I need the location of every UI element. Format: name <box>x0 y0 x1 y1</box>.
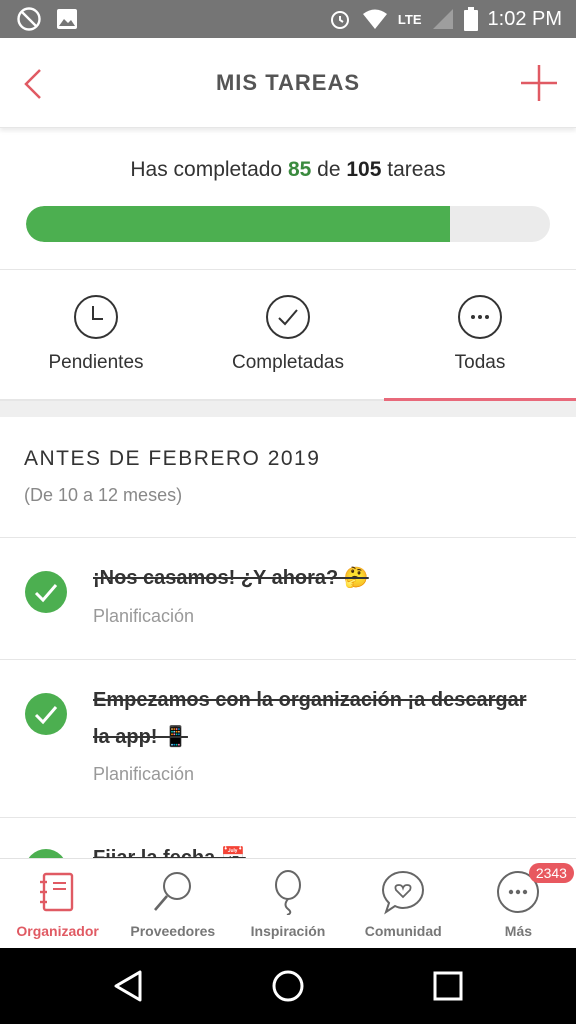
progress-summary: Has completado 85 de 105 tareas <box>0 128 576 270</box>
balloon-icon <box>275 870 301 915</box>
progress-middle: de <box>317 158 341 181</box>
clock-icon <box>74 295 118 339</box>
section-divider <box>0 401 576 417</box>
task-item[interactable]: ¡Nos casamos! ¿Y ahora? 🤔 Planificación <box>0 538 576 660</box>
planner-icon <box>39 872 73 912</box>
bottom-navigation: Organizador Proveedores Inspiración Comu… <box>0 858 576 948</box>
nav-label: Inspiración <box>250 923 326 939</box>
nav-label: Más <box>504 923 533 939</box>
add-icon[interactable] <box>516 60 562 106</box>
check-circle-icon <box>266 295 310 339</box>
task-category: Planificación <box>93 606 195 626</box>
progress-text: Has completado 85 de 105 tareas <box>0 158 576 182</box>
signal-icon <box>432 9 453 29</box>
tab-label: Todas <box>454 352 506 373</box>
nav-organizador[interactable]: Organizador <box>0 859 115 948</box>
tab-completadas[interactable]: Completadas <box>192 270 384 399</box>
progress-bar-fill <box>26 206 451 242</box>
nav-label: Organizador <box>16 923 99 939</box>
task-title: Fijar la fecha 📅 <box>93 847 246 858</box>
completed-check-icon[interactable] <box>24 570 68 614</box>
status-bar: LTE 1:02 PM <box>0 0 576 38</box>
task-category: Planificación <box>93 764 195 784</box>
task-title: ¡Nos casamos! ¿Y ahora? 🤔 <box>93 567 369 589</box>
home-circle-icon[interactable] <box>268 966 308 1006</box>
recents-square-icon[interactable] <box>428 966 468 1006</box>
task-item[interactable]: Empezamos con la organización ¡a descarg… <box>0 660 576 818</box>
network-type-label: LTE <box>397 11 422 27</box>
nav-inspiracion[interactable]: Inspiración <box>230 859 345 948</box>
tab-todas[interactable]: Todas <box>384 270 576 401</box>
tab-label: Completadas <box>232 352 344 373</box>
wifi-icon <box>362 9 387 29</box>
completed-check-icon[interactable] <box>24 848 68 858</box>
section-header: ANTES DE FEBRERO 2019 (De 10 a 12 meses) <box>0 417 576 538</box>
nav-label: Comunidad <box>364 923 442 939</box>
tab-label: Pendientes <box>48 352 144 373</box>
task-filter-tabs: Pendientes Completadas Todas <box>0 270 576 401</box>
magnifier-icon <box>153 872 191 911</box>
do-not-disturb-icon <box>17 7 41 31</box>
progress-suffix: tareas <box>387 158 446 181</box>
alarm-icon <box>330 11 349 29</box>
progress-bar <box>26 206 550 242</box>
section-title: ANTES DE FEBRERO 2019 <box>24 447 321 470</box>
nav-proveedores[interactable]: Proveedores <box>115 859 230 948</box>
nav-label: Proveedores <box>130 923 216 939</box>
chat-heart-icon <box>382 870 425 915</box>
app-header: MIS TAREAS <box>0 38 576 128</box>
back-triangle-icon[interactable] <box>108 966 148 1006</box>
nav-comunidad[interactable]: Comunidad <box>346 859 461 948</box>
task-item[interactable]: Fijar la fecha 📅 <box>0 818 576 858</box>
more-circle-icon <box>458 295 502 339</box>
tab-pendientes[interactable]: Pendientes <box>0 270 192 399</box>
progress-prefix: Has completado <box>130 158 283 181</box>
notification-badge: 2343 <box>528 863 574 883</box>
task-title: Empezamos con la organización ¡a descarg… <box>93 689 527 748</box>
completed-count: 85 <box>287 158 312 181</box>
clock-text: 1:02 PM <box>487 7 562 30</box>
total-count: 105 <box>346 158 382 181</box>
nav-mas[interactable]: 2343 Más <box>461 859 576 948</box>
section-subtitle: (De 10 a 12 meses) <box>24 485 183 505</box>
page-title: MIS TAREAS <box>215 70 361 95</box>
image-icon <box>57 9 77 29</box>
battery-icon <box>463 7 478 31</box>
completed-check-icon[interactable] <box>24 692 68 736</box>
system-navigation-bar <box>0 948 576 1024</box>
